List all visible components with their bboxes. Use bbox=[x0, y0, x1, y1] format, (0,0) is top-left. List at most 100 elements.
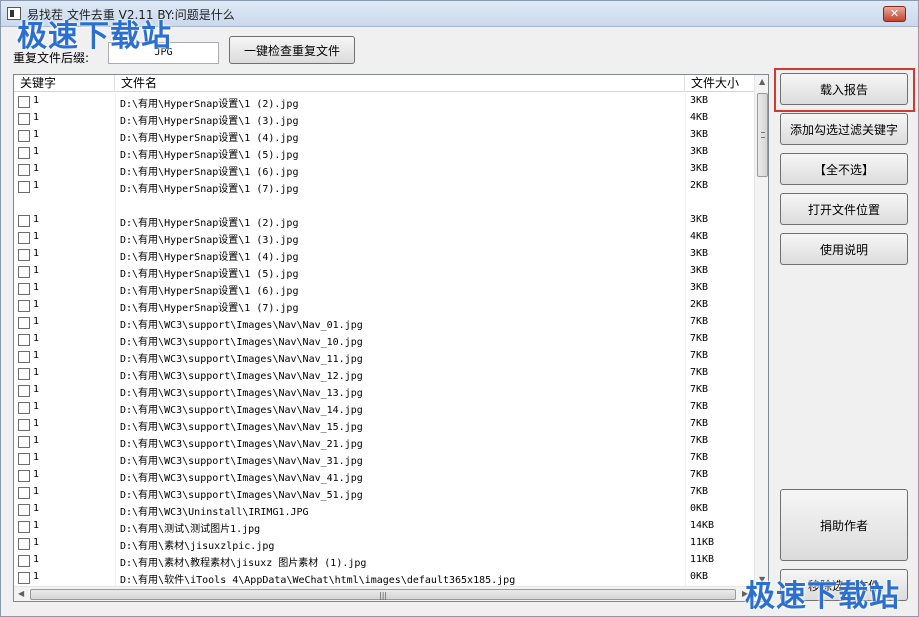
donate-button[interactable]: 捐助作者 bbox=[780, 489, 908, 561]
table-row[interactable]: 1 D:\有用\素材\jisuxzlpic.jpg 11KB bbox=[14, 535, 754, 552]
row-keyword: 1 bbox=[33, 537, 40, 548]
file-list[interactable]: 关键字 文件名 文件大小 1 D:\有用\HyperSnap设置\1 (2).jp… bbox=[13, 74, 769, 602]
column-header-keyword[interactable]: 关键字 bbox=[14, 75, 115, 92]
row-filename: D:\有用\HyperSnap设置\1 (3).jpg bbox=[120, 235, 299, 246]
row-checkbox[interactable] bbox=[18, 266, 30, 278]
table-row[interactable]: 1 D:\有用\HyperSnap设置\1 (4).jpg 3KB bbox=[14, 127, 754, 144]
row-checkbox[interactable] bbox=[18, 368, 30, 380]
row-checkbox[interactable] bbox=[18, 521, 30, 533]
row-checkbox[interactable] bbox=[18, 317, 30, 329]
horizontal-scrollbar[interactable]: ◀ ||| ▶ bbox=[14, 586, 754, 601]
row-checkbox[interactable] bbox=[18, 351, 30, 363]
row-checkbox[interactable] bbox=[18, 181, 30, 193]
row-checkbox[interactable] bbox=[18, 436, 30, 448]
table-row[interactable]: 1 D:\有用\HyperSnap设置\1 (2).jpg 3KB bbox=[14, 212, 754, 229]
row-filename: D:\有用\WC3\Uninstall\IRIMG1.JPG bbox=[120, 507, 309, 518]
table-row[interactable]: 1 D:\有用\WC3\support\Images\Nav\Nav_10.jpg… bbox=[14, 331, 754, 348]
table-row[interactable]: 1 D:\有用\HyperSnap设置\1 (2).jpg 3KB bbox=[14, 93, 754, 110]
table-row[interactable]: 1 D:\有用\HyperSnap设置\1 (3).jpg 4KB bbox=[14, 110, 754, 127]
horizontal-scroll-thumb[interactable]: ||| bbox=[30, 589, 736, 600]
vertical-scrollbar[interactable]: ▲ ▼ bbox=[754, 75, 768, 587]
row-checkbox[interactable] bbox=[18, 385, 30, 397]
table-row[interactable]: 1 D:\有用\WC3\support\Images\Nav\Nav_41.jpg… bbox=[14, 467, 754, 484]
scroll-up-icon[interactable]: ▲ bbox=[759, 77, 765, 86]
row-filename: D:\有用\WC3\support\Images\Nav\Nav_01.jpg bbox=[120, 320, 363, 331]
row-checkbox[interactable] bbox=[18, 283, 30, 295]
row-checkbox[interactable] bbox=[18, 453, 30, 465]
row-filesize: 11KB bbox=[690, 537, 715, 548]
table-row[interactable]: 1 D:\有用\WC3\support\Images\Nav\Nav_01.jpg… bbox=[14, 314, 754, 331]
check-duplicates-button[interactable]: 一键检查重复文件 bbox=[229, 36, 355, 64]
row-filename: D:\有用\HyperSnap设置\1 (7).jpg bbox=[120, 303, 299, 314]
row-checkbox[interactable] bbox=[18, 147, 30, 159]
row-filename: D:\有用\HyperSnap设置\1 (2).jpg bbox=[120, 218, 299, 229]
add-filter-keyword-button[interactable]: 添加勾选过滤关键字 bbox=[780, 113, 908, 145]
row-checkbox[interactable] bbox=[18, 130, 30, 142]
load-report-button[interactable]: 载入报告 bbox=[780, 73, 908, 105]
table-row[interactable]: 1 D:\有用\WC3\support\Images\Nav\Nav_31.jpg… bbox=[14, 450, 754, 467]
row-checkbox[interactable] bbox=[18, 300, 30, 312]
row-filesize: 7KB bbox=[690, 435, 709, 446]
row-checkbox[interactable] bbox=[18, 334, 30, 346]
row-checkbox[interactable] bbox=[18, 487, 30, 499]
close-button[interactable]: ✕ bbox=[883, 6, 906, 22]
table-row[interactable]: 1 D:\有用\素材\教程素材\jisuxz 图片素材 (1).jpg 11KB bbox=[14, 552, 754, 569]
row-filesize: 11KB bbox=[690, 554, 715, 565]
table-row[interactable]: 1 D:\有用\软件\iTools 4\AppData\WeChat\html\i… bbox=[14, 569, 754, 586]
table-row[interactable]: 1 D:\有用\HyperSnap设置\1 (4).jpg 3KB bbox=[14, 246, 754, 263]
row-filesize: 7KB bbox=[690, 401, 709, 412]
row-checkbox[interactable] bbox=[18, 402, 30, 414]
row-keyword: 1 bbox=[33, 401, 40, 412]
row-filesize: 3KB bbox=[690, 146, 709, 157]
vertical-scroll-thumb[interactable] bbox=[757, 93, 768, 177]
row-checkbox[interactable] bbox=[18, 215, 30, 227]
table-row[interactable]: 1 D:\有用\测试\测试图片1.jpg 14KB bbox=[14, 518, 754, 535]
row-checkbox[interactable] bbox=[18, 555, 30, 567]
row-keyword: 1 bbox=[33, 316, 40, 327]
row-checkbox[interactable] bbox=[18, 470, 30, 482]
column-header-filename[interactable]: 文件名 bbox=[115, 75, 685, 92]
row-checkbox[interactable] bbox=[18, 164, 30, 176]
row-checkbox[interactable] bbox=[18, 232, 30, 244]
table-row[interactable]: 1 D:\有用\WC3\support\Images\Nav\Nav_11.jpg… bbox=[14, 348, 754, 365]
instructions-button[interactable]: 使用说明 bbox=[780, 233, 908, 265]
table-row[interactable]: 1 D:\有用\HyperSnap设置\1 (6).jpg 3KB bbox=[14, 280, 754, 297]
row-keyword: 1 bbox=[33, 384, 40, 395]
row-checkbox[interactable] bbox=[18, 249, 30, 261]
list-rows: 1 D:\有用\HyperSnap设置\1 (2).jpg 3KB 1 D:\有用\Hy… bbox=[14, 93, 754, 586]
table-row[interactable]: 1 D:\有用\HyperSnap设置\1 (7).jpg 2KB bbox=[14, 178, 754, 195]
row-checkbox[interactable] bbox=[18, 113, 30, 125]
table-row[interactable]: 1 D:\有用\HyperSnap设置\1 (5).jpg 3KB bbox=[14, 144, 754, 161]
table-row[interactable]: 1 D:\有用\WC3\support\Images\Nav\Nav_12.jpg… bbox=[14, 365, 754, 382]
row-keyword: 1 bbox=[33, 452, 40, 463]
open-file-location-button[interactable]: 打开文件位置 bbox=[780, 193, 908, 225]
row-filename: D:\有用\WC3\support\Images\Nav\Nav_12.jpg bbox=[120, 371, 363, 382]
table-row[interactable]: 1 D:\有用\WC3\Uninstall\IRIMG1.JPG 0KB bbox=[14, 501, 754, 518]
table-row[interactable]: 1 D:\有用\WC3\support\Images\Nav\Nav_13.jpg… bbox=[14, 382, 754, 399]
row-checkbox[interactable] bbox=[18, 419, 30, 431]
row-filesize: 7KB bbox=[690, 469, 709, 480]
table-row[interactable] bbox=[14, 195, 754, 212]
table-row[interactable]: 1 D:\有用\HyperSnap设置\1 (3).jpg 4KB bbox=[14, 229, 754, 246]
row-checkbox[interactable] bbox=[18, 572, 30, 584]
row-checkbox[interactable] bbox=[18, 504, 30, 516]
column-header-filesize[interactable]: 文件大小 bbox=[685, 75, 756, 92]
select-none-button[interactable]: 【全不选】 bbox=[780, 153, 908, 185]
row-filesize: 7KB bbox=[690, 316, 709, 327]
table-row[interactable]: 1 D:\有用\WC3\support\Images\Nav\Nav_51.jpg… bbox=[14, 484, 754, 501]
row-filename: D:\有用\软件\iTools 4\AppData\WeChat\html\im… bbox=[120, 575, 516, 586]
scroll-left-icon[interactable]: ◀ bbox=[18, 589, 24, 598]
table-row[interactable]: 1 D:\有用\WC3\support\Images\Nav\Nav_14.jpg… bbox=[14, 399, 754, 416]
table-row[interactable]: 1 D:\有用\HyperSnap设置\1 (5).jpg 3KB bbox=[14, 263, 754, 280]
row-checkbox[interactable] bbox=[18, 538, 30, 550]
row-filesize: 2KB bbox=[690, 299, 709, 310]
table-row[interactable]: 1 D:\有用\WC3\support\Images\Nav\Nav_15.jpg… bbox=[14, 416, 754, 433]
table-row[interactable]: 1 D:\有用\HyperSnap设置\1 (7).jpg 2KB bbox=[14, 297, 754, 314]
table-row[interactable]: 1 D:\有用\HyperSnap设置\1 (6).jpg 3KB bbox=[14, 161, 754, 178]
row-filename: D:\有用\HyperSnap设置\1 (3).jpg bbox=[120, 116, 299, 127]
row-filename: D:\有用\WC3\support\Images\Nav\Nav_51.jpg bbox=[120, 490, 363, 501]
table-row[interactable]: 1 D:\有用\WC3\support\Images\Nav\Nav_21.jpg… bbox=[14, 433, 754, 450]
row-checkbox[interactable] bbox=[18, 96, 30, 108]
row-keyword: 1 bbox=[33, 486, 40, 497]
watermark-logo: 极速下载站 bbox=[17, 19, 172, 54]
